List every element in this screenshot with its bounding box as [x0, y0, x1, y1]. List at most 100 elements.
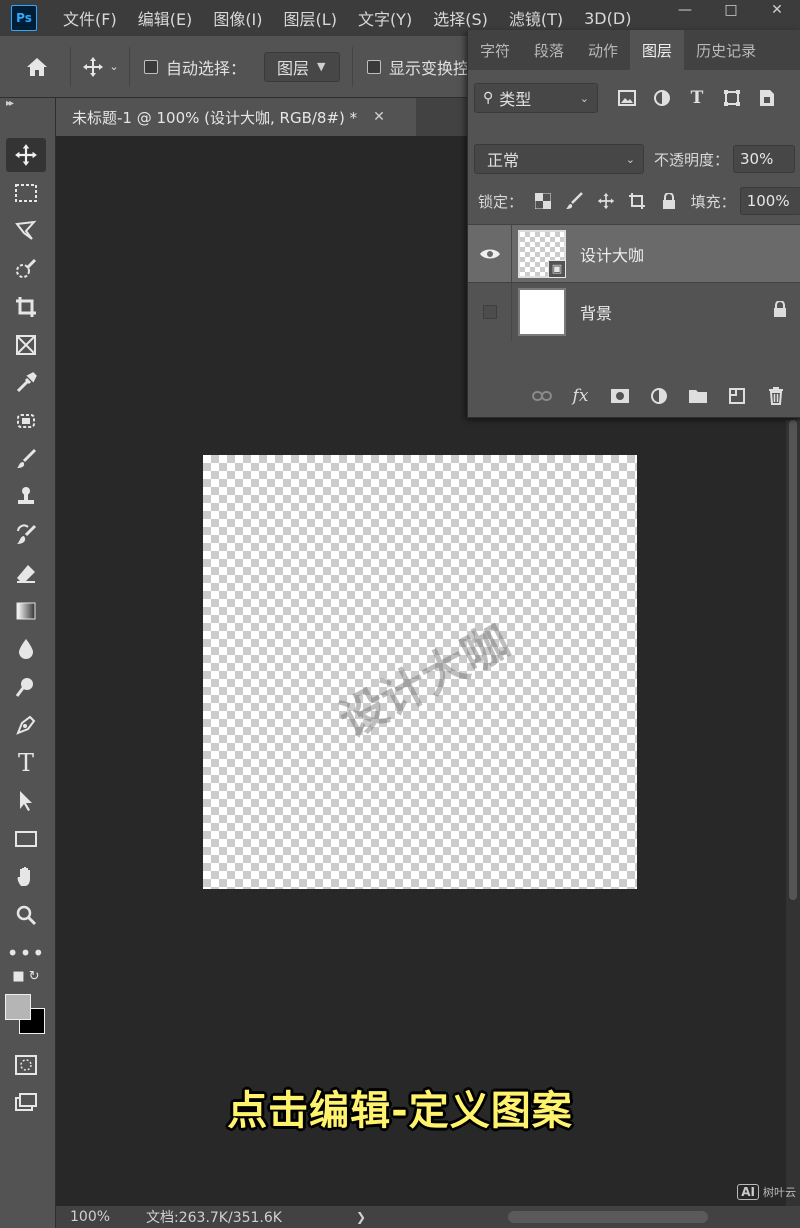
folder-icon[interactable] [678, 388, 717, 404]
layer-row[interactable]: 背景 [468, 282, 800, 341]
menu-type[interactable]: 文字(Y) [358, 6, 412, 30]
zoom-level[interactable]: 100% [56, 1209, 146, 1225]
move-tool-icon[interactable] [79, 56, 107, 78]
lock-transparent-pixels-icon[interactable] [527, 193, 559, 209]
new-layer-icon[interactable] [717, 387, 756, 405]
quick-mask-icon[interactable] [6, 1048, 46, 1082]
auto-select-checkbox[interactable] [144, 59, 158, 74]
layer-name[interactable]: 背景 [580, 300, 612, 324]
adjustment-layer-icon[interactable] [639, 387, 678, 405]
lasso-tool-icon[interactable] [6, 214, 46, 248]
move-tool-icon[interactable] [6, 138, 46, 172]
tab-layers[interactable]: 图层 [630, 30, 685, 70]
eyedropper-tool-icon[interactable] [6, 366, 46, 400]
home-icon[interactable] [22, 56, 52, 78]
stamp-tool-icon[interactable] [6, 480, 46, 514]
menu-3d[interactable]: 3D(D) [584, 9, 631, 28]
menu-file[interactable]: 文件(F) [63, 6, 117, 30]
layer-row[interactable]: ▣ 设计大咖 [468, 224, 800, 283]
options-divider [70, 46, 71, 87]
lock-artboard-icon[interactable] [622, 192, 654, 210]
auto-select-target-dropdown[interactable]: 图层 ▼ [264, 51, 341, 82]
zoom-tool-icon[interactable] [6, 898, 46, 932]
crop-tool-icon[interactable] [6, 290, 46, 324]
tab-paragraph[interactable]: 段落 [522, 30, 576, 70]
marquee-tool-icon[interactable] [6, 176, 46, 210]
lock-label: 锁定： [478, 192, 524, 211]
blur-tool-icon[interactable] [6, 632, 46, 666]
patch-tool-icon[interactable] [6, 404, 46, 438]
fx-icon[interactable]: fx [561, 386, 600, 406]
filter-smart-object-icon[interactable] [752, 89, 782, 107]
swap-colors-icon[interactable]: ■ ↻ [6, 964, 46, 988]
lock-image-pixels-icon[interactable] [559, 192, 591, 210]
lock-all-icon[interactable] [653, 193, 685, 209]
video-subtitle: 点击编辑-定义图案 [227, 1088, 573, 1134]
tool-preset-chevron-icon[interactable]: ⌄ [107, 60, 121, 73]
dodge-tool-icon[interactable] [6, 670, 46, 704]
smart-object-icon: ▣ [548, 259, 566, 278]
quick-select-tool-icon[interactable] [6, 252, 46, 286]
visibility-toggle[interactable] [468, 224, 512, 283]
menu-layer[interactable]: 图层(L) [284, 6, 337, 30]
document-canvas[interactable]: 设计大咖 [203, 455, 637, 889]
pen-tool-icon[interactable] [6, 708, 46, 742]
tab-actions[interactable]: 动作 [576, 30, 630, 70]
layer-name[interactable]: 设计大咖 [580, 242, 644, 266]
trash-icon[interactable] [756, 387, 795, 405]
opacity-label: 不透明度： [654, 150, 730, 169]
document-tab[interactable]: 未标题-1 @ 100% (设计大咖, RGB/8#) * ✕ [56, 98, 416, 136]
tab-history[interactable]: 历史记录 [684, 30, 768, 70]
path-select-tool-icon[interactable] [6, 784, 46, 818]
menu-edit[interactable]: 编辑(E) [138, 6, 193, 30]
opacity-input[interactable]: 30% [733, 145, 796, 173]
search-icon: ⚲ [483, 90, 494, 106]
window-controls: — □ ✕ [662, 0, 800, 20]
foreground-color-swatch[interactable] [5, 994, 31, 1020]
options-divider [352, 46, 354, 87]
ai-logo: AI [737, 1184, 759, 1200]
menu-filter[interactable]: 滤镜(T) [509, 6, 563, 30]
watermark-badge: AI 树叶云 [737, 1184, 796, 1200]
fill-input[interactable]: 100% [739, 187, 800, 215]
brush-tool-icon[interactable] [6, 442, 46, 476]
chevron-down-icon: ▼ [317, 60, 326, 73]
watermark-text: 设计大咖 [330, 613, 519, 748]
close-icon[interactable]: ✕ [373, 109, 385, 125]
frame-tool-icon[interactable] [6, 328, 46, 362]
photoshop-logo: Ps [11, 5, 37, 31]
panel-tabs: 字符 段落 动作 图层 历史记录 [468, 30, 800, 70]
visibility-toggle[interactable] [468, 282, 512, 341]
filter-kind-dropdown[interactable]: ⚲ 类型 ⌄ [474, 83, 598, 113]
minimize-icon[interactable]: — [662, 0, 708, 20]
scrollbar-thumb[interactable] [789, 420, 797, 900]
restore-icon[interactable]: □ [708, 0, 754, 20]
filter-type-icon[interactable]: T [682, 88, 712, 108]
hand-tool-icon[interactable] [6, 860, 46, 894]
filter-shape-icon[interactable] [717, 89, 747, 107]
link-layers-icon[interactable] [522, 390, 561, 402]
color-swatches [5, 994, 49, 1038]
filter-pixel-icon[interactable] [612, 90, 642, 106]
rectangle-tool-icon[interactable] [6, 822, 46, 856]
blend-mode-dropdown[interactable]: 正常 ⌄ [474, 144, 644, 174]
tab-character[interactable]: 字符 [468, 30, 522, 70]
lock-position-icon[interactable] [590, 192, 622, 210]
options-divider [129, 46, 130, 87]
history-brush-tool-icon[interactable] [6, 518, 46, 552]
chevron-right-icon[interactable]: ❯ [356, 1210, 386, 1224]
close-icon[interactable]: ✕ [754, 0, 800, 20]
filter-adjustment-icon[interactable] [647, 89, 677, 107]
auto-select-target-value: 图层 [277, 58, 310, 78]
add-mask-icon[interactable] [600, 388, 639, 404]
eraser-tool-icon[interactable] [6, 556, 46, 590]
type-tool-icon[interactable]: T [6, 746, 46, 780]
show-transform-checkbox[interactable] [367, 59, 382, 74]
fill-label: 填充： [690, 192, 736, 211]
menu-select[interactable]: 选择(S) [433, 6, 488, 30]
status-bar: 100% 文档:263.7K/351.6K ❯ [56, 1206, 800, 1228]
horizontal-scrollbar[interactable] [508, 1211, 708, 1223]
collapse-icon[interactable]: ▸▸ [6, 98, 14, 109]
gradient-tool-icon[interactable] [6, 594, 46, 628]
menu-image[interactable]: 图像(I) [213, 6, 262, 30]
